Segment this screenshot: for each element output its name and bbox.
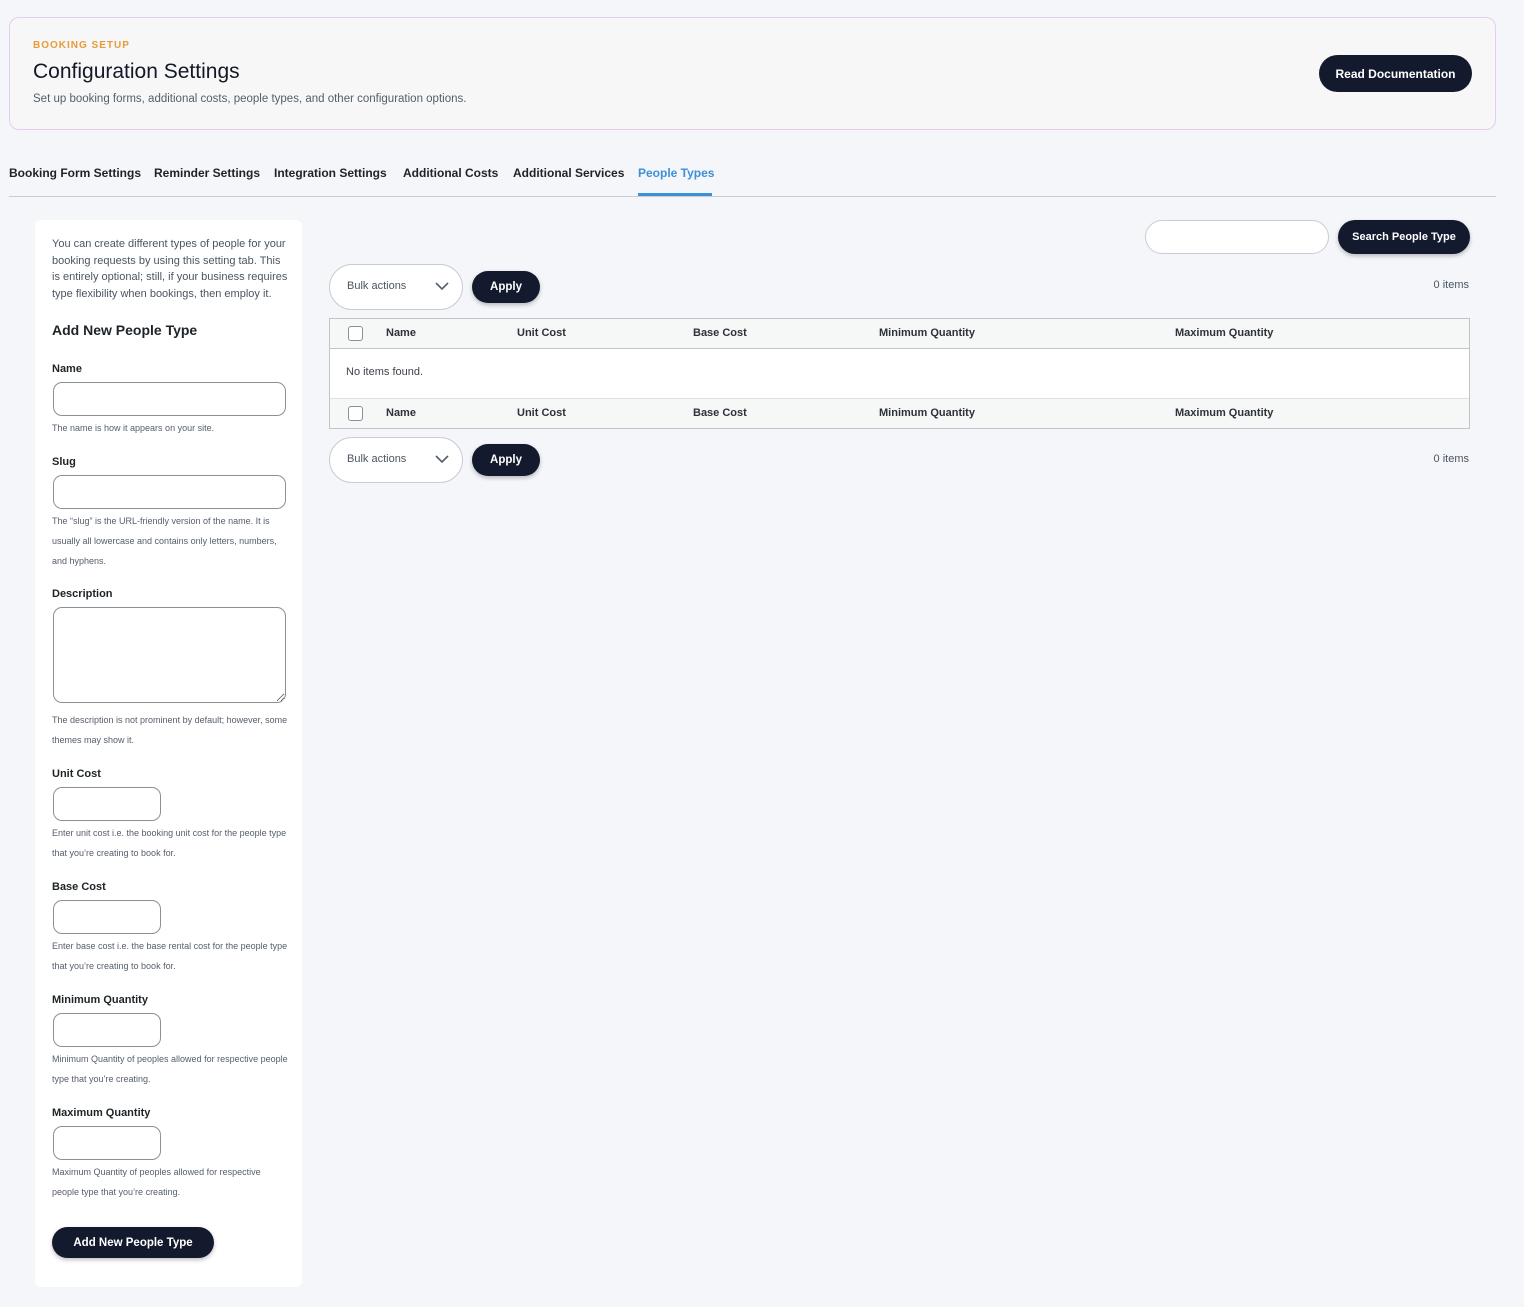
column-maximum-quantity-footer: Maximum Quantity (1175, 407, 1274, 419)
bulk-actions-select-top[interactable]: Bulk actions (329, 264, 463, 310)
base-cost-help: Enter base cost i.e. the base rental cos… (52, 941, 288, 971)
tab-people-types[interactable]: People Types (638, 166, 714, 180)
page-title: Configuration Settings (33, 60, 240, 83)
maximum-quantity-help: Maximum Quantity of peoples allowed for … (52, 1167, 261, 1197)
table-header-row: Name Unit Cost Base Cost Minimum Quantit… (330, 319, 1469, 349)
apply-button-top[interactable]: Apply (472, 271, 540, 303)
name-label: Name (52, 363, 82, 375)
description-textarea[interactable] (53, 607, 286, 703)
settings-tabs: Booking Form Settings Reminder Settings … (9, 150, 1496, 197)
form-title: Add New People Type (52, 322, 198, 338)
items-count-bottom: 0 items (1433, 453, 1469, 465)
column-minimum-quantity-footer: Minimum Quantity (879, 407, 975, 419)
select-all-checkbox-footer[interactable] (348, 406, 363, 421)
slug-input[interactable] (53, 475, 286, 509)
chevron-down-icon (435, 455, 449, 464)
minimum-quantity-help: Minimum Quantity of peoples allowed for … (52, 1054, 288, 1084)
search-people-type-input[interactable] (1145, 220, 1329, 254)
page-header: BOOKING SETUP Configuration Settings Set… (9, 17, 1496, 130)
unit-cost-input[interactable] (53, 787, 161, 821)
panel-intro: You can create different types of people… (52, 238, 288, 300)
column-base-cost-footer: Base Cost (693, 407, 747, 419)
search-people-type-button[interactable]: Search People Type (1338, 220, 1470, 254)
minimum-quantity-input[interactable] (53, 1013, 161, 1047)
bulk-actions-label: Bulk actions (347, 453, 407, 465)
add-new-people-type-button[interactable]: Add New People Type (52, 1227, 214, 1258)
unit-cost-help: Enter unit cost i.e. the booking unit co… (52, 828, 287, 858)
unit-cost-label: Unit Cost (52, 768, 101, 780)
items-count-top: 0 items (1433, 279, 1469, 291)
table-footer-row: Name Unit Cost Base Cost Minimum Quantit… (330, 398, 1469, 428)
slug-label: Slug (52, 456, 76, 468)
add-people-type-panel: You can create different types of people… (35, 220, 302, 1287)
column-unit-cost-footer: Unit Cost (517, 407, 566, 419)
active-tab-indicator (638, 193, 712, 196)
chevron-down-icon (435, 282, 449, 291)
bulk-actions-label: Bulk actions (347, 280, 407, 292)
minimum-quantity-label: Minimum Quantity (52, 994, 148, 1006)
name-help: The name is how it appears on your site. (52, 423, 215, 433)
base-cost-input[interactable] (53, 900, 161, 934)
no-items-message: No items found. (346, 366, 424, 378)
base-cost-label: Base Cost (52, 881, 106, 893)
maximum-quantity-label: Maximum Quantity (52, 1107, 151, 1119)
tab-reminder-settings[interactable]: Reminder Settings (154, 166, 260, 180)
tab-additional-costs[interactable]: Additional Costs (403, 166, 498, 180)
people-types-table: Name Unit Cost Base Cost Minimum Quantit… (329, 318, 1470, 429)
slug-help: The “slug” is the URL-friendly version o… (52, 516, 277, 566)
column-unit-cost: Unit Cost (517, 327, 566, 339)
apply-button-bottom[interactable]: Apply (472, 444, 540, 476)
header-eyebrow: BOOKING SETUP (33, 40, 130, 51)
column-name-footer[interactable]: Name (386, 407, 416, 419)
tab-additional-services[interactable]: Additional Services (513, 166, 624, 180)
tab-integration-settings[interactable]: Integration Settings (274, 166, 387, 180)
read-documentation-button[interactable]: Read Documentation (1319, 55, 1472, 92)
description-help: The description is not prominent by defa… (52, 715, 288, 745)
page-subtitle: Set up booking forms, additional costs, … (33, 93, 467, 105)
column-name[interactable]: Name (386, 327, 416, 339)
column-base-cost: Base Cost (693, 327, 747, 339)
name-input[interactable] (53, 382, 286, 416)
tab-booking-form-settings[interactable]: Booking Form Settings (9, 166, 141, 180)
select-all-checkbox[interactable] (348, 326, 363, 341)
maximum-quantity-input[interactable] (53, 1126, 161, 1160)
description-label: Description (52, 588, 113, 600)
bulk-actions-select-bottom[interactable]: Bulk actions (329, 437, 463, 483)
column-minimum-quantity: Minimum Quantity (879, 327, 975, 339)
column-maximum-quantity: Maximum Quantity (1175, 327, 1274, 339)
